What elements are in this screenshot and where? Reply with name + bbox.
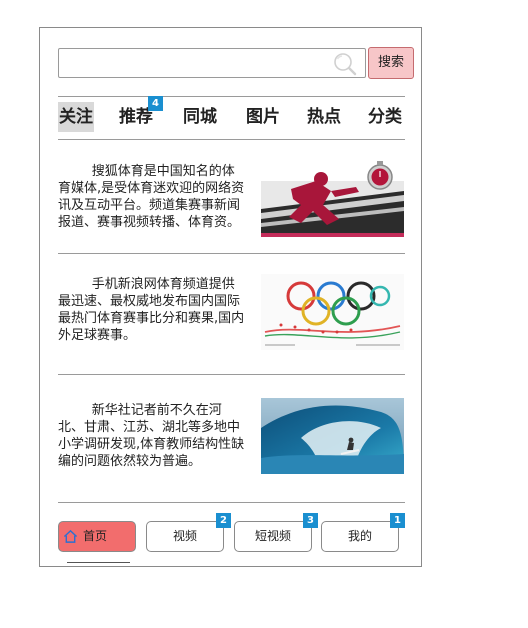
article-image-surfer	[261, 398, 404, 474]
nav-home-label: 首页	[83, 529, 108, 543]
search-icon[interactable]	[333, 52, 357, 76]
article-image-sprinter	[261, 161, 404, 237]
tab-pictures[interactable]: 图片	[246, 102, 280, 132]
nav-video-button[interactable]: 视频	[146, 521, 224, 552]
article-summary: 新华社记者前不久在河北、甘肃、江苏、湖北等多地中小学调研发现,体育教师结构性缺编…	[58, 403, 245, 469]
active-indicator	[67, 562, 130, 563]
nav-me-badge: 1	[390, 513, 405, 528]
tab-hot[interactable]: 热点	[307, 102, 341, 132]
tab-local[interactable]: 同城	[183, 102, 217, 132]
search-input[interactable]	[58, 48, 366, 78]
tab-follow[interactable]: 关注	[58, 102, 94, 132]
divider	[58, 139, 405, 140]
nav-home-button[interactable]: 首页	[58, 521, 136, 552]
nav-short-video-badge: 3	[303, 513, 318, 528]
phone-frame: 搜索 关注 推荐 4 同城 图片 热点 分类 搜狐体育是中国知名的体育媒体,是受…	[39, 27, 422, 567]
nav-short-video-button[interactable]: 短视频	[234, 521, 312, 552]
article-summary: 搜狐体育是中国知名的体育媒体,是受体育迷欢迎的网络资讯及互动平台。频道集赛事新闻…	[58, 164, 245, 230]
divider	[58, 253, 405, 254]
article-image-olympic-rings	[261, 274, 404, 350]
category-tabs: 关注 推荐 4 同城 图片 热点 分类	[58, 96, 405, 132]
article-summary: 手机新浪网体育频道提供最迅速、最权威地发布国内国际最热门体育赛事比分和赛果,国内…	[58, 277, 245, 343]
tab-categories[interactable]: 分类	[368, 102, 402, 132]
nav-video-badge: 2	[216, 513, 231, 528]
divider	[58, 502, 405, 503]
tab-recommend-badge: 4	[148, 96, 163, 111]
divider	[58, 374, 405, 375]
search-button[interactable]: 搜索	[368, 47, 414, 79]
nav-me-button[interactable]: 我的	[321, 521, 399, 552]
divider	[58, 96, 405, 97]
home-icon	[63, 529, 78, 543]
